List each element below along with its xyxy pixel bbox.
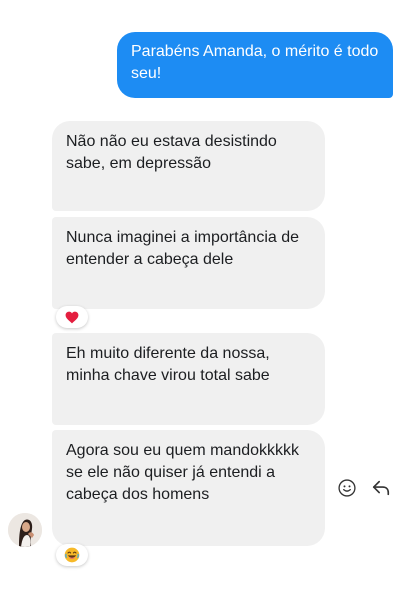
incoming-message-text: Não não eu estava desistindo sabe, em de… <box>66 133 277 172</box>
outgoing-message[interactable]: Parabéns Amanda, o mérito é todo seu! <box>117 32 393 98</box>
reply-arrow-icon <box>372 480 390 496</box>
reply-button[interactable] <box>369 476 393 500</box>
reaction-badge[interactable] <box>56 544 88 566</box>
chat-thread: Parabéns Amanda, o mérito é todo seu! Nã… <box>0 0 400 600</box>
incoming-message-text: Nunca imaginei a importância de entender… <box>66 229 300 268</box>
message-actions <box>335 474 395 502</box>
incoming-message[interactable]: Não não eu estava desistindo sabe, em de… <box>52 121 325 211</box>
laughing-face-icon <box>64 547 80 563</box>
reaction-badge[interactable] <box>56 306 88 328</box>
incoming-message[interactable]: Eh muito diferente da nossa, minha chave… <box>52 333 325 425</box>
react-button[interactable] <box>335 476 359 500</box>
heart-icon <box>65 311 79 323</box>
outgoing-message-text: Parabéns Amanda, o mérito é todo seu! <box>131 43 379 82</box>
avatar[interactable] <box>8 513 42 547</box>
incoming-message-text: Eh muito diferente da nossa, minha chave… <box>66 345 270 384</box>
profile-photo <box>8 513 42 547</box>
incoming-message[interactable]: Agora sou eu quem mandokkkkk se ele não … <box>52 430 325 546</box>
incoming-message[interactable]: Nunca imaginei a importância de entender… <box>52 217 325 309</box>
incoming-message-text: Agora sou eu quem mandokkkkk se ele não … <box>66 442 300 503</box>
smiley-icon <box>338 479 356 497</box>
